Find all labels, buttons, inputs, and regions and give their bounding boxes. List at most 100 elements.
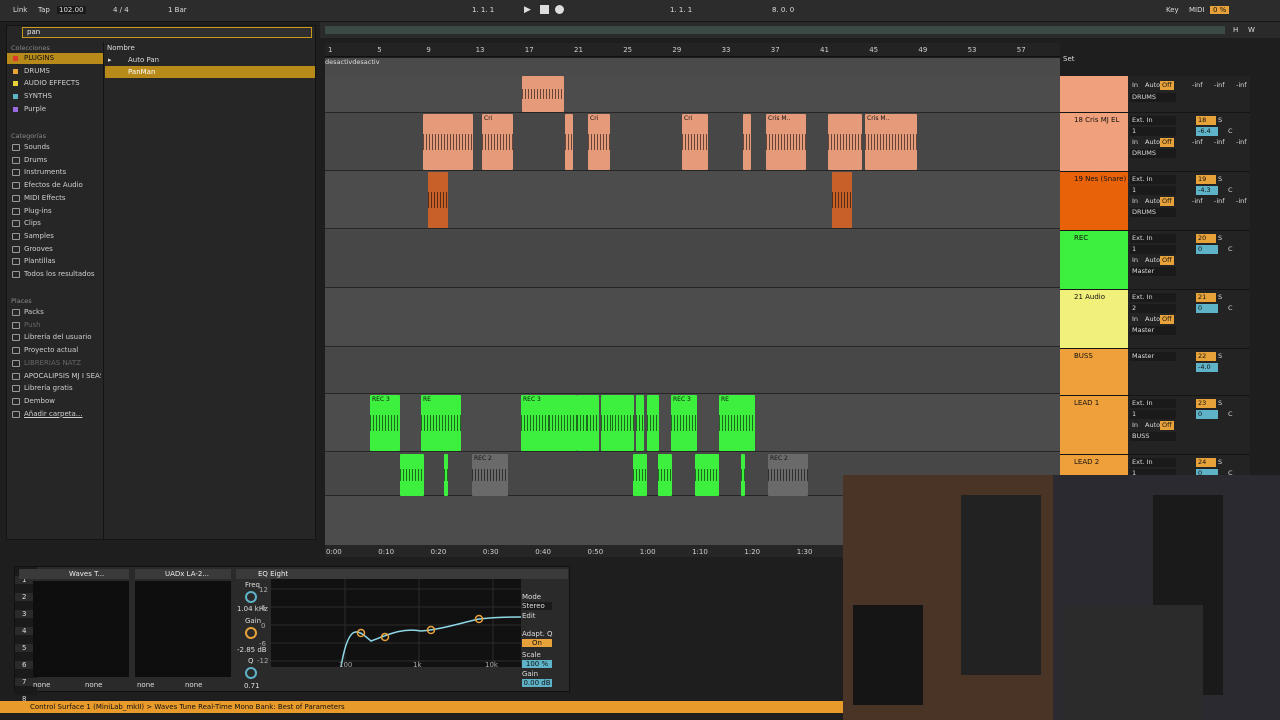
result-item[interactable]: ▸ Auto Pan bbox=[105, 54, 315, 66]
category-item[interactable]: Clips bbox=[11, 218, 101, 229]
pan-field[interactable]: C bbox=[1226, 127, 1236, 136]
output-gain-value[interactable]: 0.00 dB bbox=[522, 679, 552, 687]
category-item[interactable]: Efectos de Audio bbox=[11, 180, 101, 191]
place-item[interactable]: Librería del usuario bbox=[11, 332, 101, 343]
audio-clip[interactable]: REC 2 bbox=[768, 454, 808, 496]
place-item[interactable]: Packs bbox=[11, 307, 101, 318]
monitor-in[interactable]: In bbox=[1130, 421, 1142, 430]
mixer-track[interactable]: BUSSExt. In22SMaster-4.0 bbox=[1060, 349, 1250, 396]
audio-clip[interactable] bbox=[647, 395, 659, 451]
w-toggle[interactable]: W bbox=[1248, 26, 1255, 34]
track-lane[interactable] bbox=[325, 289, 1060, 347]
collection-item[interactable]: SYNTHS bbox=[11, 91, 101, 102]
mixer-track[interactable]: In Auto Off -inf -inf -inf DRUMS bbox=[1060, 76, 1250, 113]
peak-level[interactable]: -inf bbox=[1212, 81, 1232, 90]
monitor-off[interactable]: Off bbox=[1160, 315, 1174, 324]
audio-clip[interactable]: RE bbox=[421, 395, 461, 451]
link-button[interactable]: Link bbox=[13, 6, 27, 14]
output-select[interactable]: DRUMS bbox=[1130, 208, 1176, 217]
input-channel-select[interactable]: 1 bbox=[1130, 245, 1176, 254]
track-number[interactable]: 18 bbox=[1196, 116, 1216, 125]
audio-clip[interactable]: REC 3 bbox=[521, 395, 551, 451]
place-item[interactable]: Librería gratis bbox=[11, 383, 101, 394]
monitor-auto[interactable]: Auto bbox=[1143, 315, 1160, 324]
volume-field[interactable]: 0 bbox=[1196, 245, 1218, 254]
audio-clip[interactable] bbox=[743, 114, 751, 170]
audio-clip[interactable]: Cris M.. bbox=[766, 114, 806, 170]
play-icon[interactable]: ▶ bbox=[524, 5, 531, 15]
track-name[interactable]: 19 Nes (Snare) bbox=[1074, 175, 1126, 183]
solo-button[interactable]: S bbox=[1216, 175, 1228, 184]
collection-item[interactable]: DRUMS bbox=[11, 66, 101, 77]
audio-clip[interactable] bbox=[503, 114, 513, 170]
output-select[interactable]: Master bbox=[1130, 352, 1176, 361]
track-header[interactable]: LEAD 2 bbox=[1060, 455, 1128, 475]
output-select[interactable]: DRUMS bbox=[1130, 93, 1176, 102]
peak-level[interactable]: -inf bbox=[1190, 81, 1210, 90]
category-item[interactable]: Drums bbox=[11, 155, 101, 166]
record-icon[interactable] bbox=[555, 5, 564, 14]
category-item[interactable]: Samples bbox=[11, 231, 101, 242]
audio-clip[interactable] bbox=[522, 76, 564, 112]
pan-field[interactable]: C bbox=[1226, 304, 1236, 313]
scale-value[interactable]: 100 % bbox=[522, 660, 552, 668]
loop-length[interactable]: 8. 0. 0 bbox=[772, 6, 794, 14]
pan-field[interactable]: C bbox=[1226, 186, 1236, 195]
name-column-header[interactable]: Nombre bbox=[107, 44, 135, 52]
pan-field[interactable]: C bbox=[1226, 245, 1236, 254]
track-number[interactable]: 19 bbox=[1196, 175, 1216, 184]
audio-clip[interactable] bbox=[423, 114, 473, 170]
volume-field[interactable]: 0 bbox=[1196, 410, 1218, 419]
output-select[interactable]: BUSS bbox=[1130, 432, 1176, 441]
peak-level[interactable]: -inf bbox=[1190, 138, 1210, 147]
category-item[interactable]: Plug-ins bbox=[11, 206, 101, 217]
input-channel-select[interactable]: 1 bbox=[1130, 127, 1176, 136]
arrangement-view[interactable]: Cri Cri Cri Cris M.. Cris M.. REC 3 RE REC 3 REC… bbox=[325, 58, 1060, 546]
audio-clip[interactable] bbox=[612, 395, 634, 451]
freq-knob[interactable] bbox=[245, 591, 257, 603]
audio-clip[interactable] bbox=[633, 454, 647, 496]
macro-select[interactable]: none bbox=[85, 681, 102, 689]
peak-level[interactable]: -inf bbox=[1190, 197, 1210, 206]
track-header[interactable]: 19 Nes (Snare) bbox=[1060, 172, 1128, 230]
peak-level[interactable]: -inf bbox=[1234, 138, 1254, 147]
place-item[interactable]: Dembow bbox=[11, 396, 101, 407]
browser-search-input[interactable]: pan bbox=[22, 27, 312, 38]
audio-clip[interactable] bbox=[832, 172, 852, 228]
track-name[interactable]: 21 Audio bbox=[1074, 293, 1105, 301]
audio-clip[interactable] bbox=[428, 172, 448, 228]
track-header[interactable]: LEAD 1 bbox=[1060, 396, 1128, 454]
category-item[interactable]: Plantillas bbox=[11, 256, 101, 267]
volume-field[interactable]: -4.3 bbox=[1196, 186, 1218, 195]
volume-field[interactable]: -4.0 bbox=[1196, 363, 1218, 372]
track-header[interactable]: 18 Cris MJ EL bbox=[1060, 113, 1128, 171]
category-item[interactable]: Sounds bbox=[11, 142, 101, 153]
audio-clip[interactable]: REC 3 bbox=[370, 395, 400, 451]
bar-ruler[interactable]: 1 5 9 13 17 21 25 29 33 37 41 45 49 53 57 bbox=[325, 43, 1060, 57]
audio-clip[interactable] bbox=[658, 454, 672, 496]
tap-button[interactable]: Tap bbox=[38, 6, 50, 14]
track-lane[interactable] bbox=[325, 348, 1060, 394]
place-item[interactable]: APOCALIPSIS MJ I SEASON bbox=[11, 371, 101, 382]
collection-item[interactable]: PLUGINS bbox=[7, 53, 103, 64]
mixer-track[interactable]: REC Ext. In 20 S 1 0 C In Auto Off Master bbox=[1060, 231, 1250, 290]
q-value[interactable]: 0.71 bbox=[244, 682, 260, 690]
track-name[interactable]: BUSS bbox=[1074, 352, 1093, 360]
solo-button[interactable]: S bbox=[1216, 116, 1228, 125]
audio-clip[interactable] bbox=[828, 114, 862, 170]
time-ruler[interactable]: 0:00 0:10 0:20 0:30 0:40 0:50 1:00 1:10 1:20 1:30 bbox=[325, 545, 845, 557]
input-channel-select[interactable]: 2 bbox=[1130, 304, 1176, 313]
monitor-auto[interactable]: Auto bbox=[1143, 256, 1160, 265]
waves-display[interactable] bbox=[33, 581, 129, 677]
peak-level[interactable]: -inf bbox=[1212, 197, 1232, 206]
category-item[interactable]: Todos los resultados bbox=[11, 269, 101, 280]
input-channel-select[interactable]: 1 bbox=[1130, 186, 1176, 195]
arrangement-overview[interactable]: H W bbox=[320, 22, 1280, 38]
track-number[interactable]: 21 bbox=[1196, 293, 1216, 302]
expand-icon[interactable]: ▸ bbox=[108, 54, 112, 66]
monitor-off[interactable]: Off bbox=[1160, 138, 1174, 147]
monitor-in[interactable]: In bbox=[1130, 315, 1142, 324]
track-lane[interactable] bbox=[325, 230, 1060, 288]
arrangement-position[interactable]: 1. 1. 1 bbox=[472, 6, 494, 14]
audio-clip[interactable] bbox=[636, 395, 644, 451]
